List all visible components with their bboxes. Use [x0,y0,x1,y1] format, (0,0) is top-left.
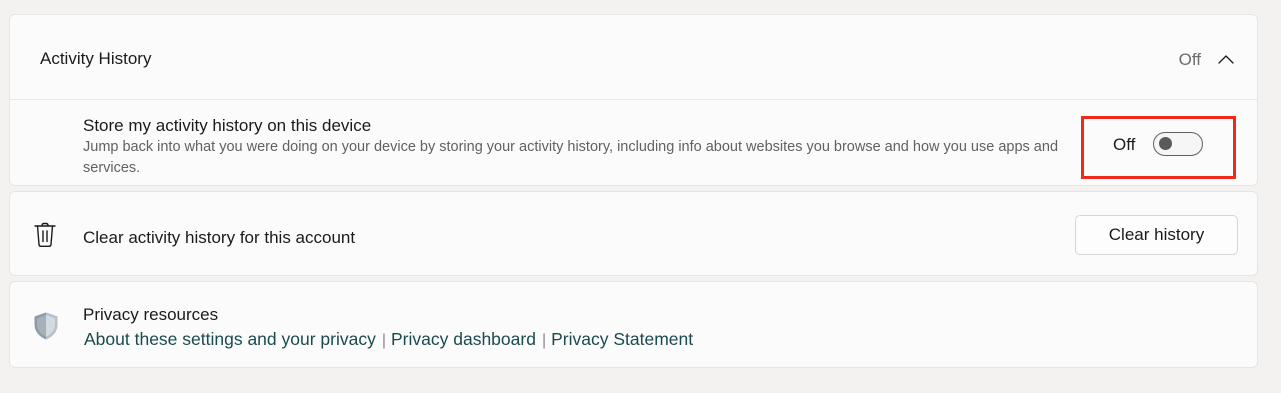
store-activity-description: Jump back into what you were doing on yo… [83,139,1059,176]
link-separator: | [381,332,386,349]
chevron-up-icon[interactable] [1215,49,1237,71]
link-privacy-dashboard[interactable]: Privacy dashboard [391,329,536,349]
clear-history-label: Clear activity history for this account [83,228,356,247]
store-activity-title: Store my activity history on this device [83,116,372,135]
store-activity-toggle[interactable] [1153,132,1203,156]
link-separator: | [541,332,547,349]
store-activity-toggle-label: Off [1113,135,1136,154]
toggle-knob [1159,137,1172,150]
activity-history-title: Activity History [40,49,152,68]
link-privacy-statement[interactable]: Privacy Statement [551,329,693,349]
link-about-settings[interactable]: About these settings and your privacy [84,329,376,349]
clear-history-card: Clear activity history for this account … [9,191,1258,276]
activity-history-header[interactable]: Activity History Off [10,15,1257,100]
privacy-links-row: About these settings and your privacy | Pr… [84,329,693,350]
privacy-resources-title: Privacy resources [83,305,219,324]
clear-history-button[interactable]: Clear history [1075,215,1238,255]
activity-history-card: Activity History Off Store my activity h… [9,14,1258,186]
privacy-resources-card: Privacy resources About these settings a… [9,281,1258,368]
activity-history-state: Off [1178,50,1201,69]
shield-icon [34,312,58,340]
trash-icon [34,222,56,247]
